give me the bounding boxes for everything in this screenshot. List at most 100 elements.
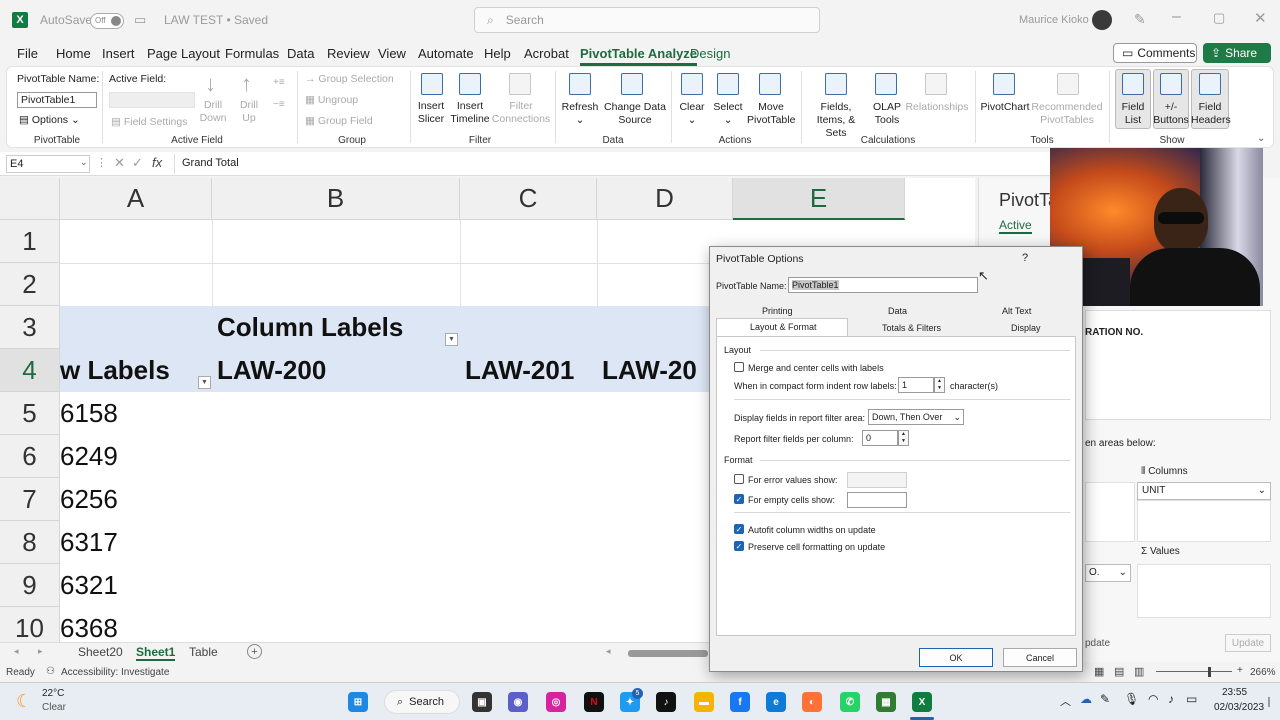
tab-automate[interactable]: Automate <box>418 46 474 61</box>
row-header[interactable]: 2 <box>0 263 60 306</box>
columns-area[interactable] <box>1137 500 1271 542</box>
pen-tray-icon[interactable]: ✎ <box>1100 692 1110 706</box>
file-explorer-icon[interactable]: ▬ <box>694 692 714 712</box>
field-list-button[interactable]: Field List <box>1115 101 1151 127</box>
instagram-icon[interactable]: ◎ <box>546 692 566 712</box>
relationships-button[interactable]: Relationships <box>905 101 969 114</box>
autosave-toggle[interactable]: Off <box>90 13 124 29</box>
row-header[interactable]: 9 <box>0 564 60 607</box>
battery-icon[interactable]: ▭ <box>1186 692 1197 706</box>
excel-taskbar-icon[interactable]: X <box>912 692 932 712</box>
row-value-cell[interactable]: 6256 <box>60 484 118 515</box>
start-icon[interactable]: ⊞ <box>348 692 368 712</box>
group-field-button[interactable]: ▦ Group Field <box>305 115 373 128</box>
microphone-icon[interactable]: 🎙 <box>1124 692 1139 706</box>
field-settings-button[interactable]: ▤ Field Settings <box>111 116 187 129</box>
row-value-cell[interactable]: 6317 <box>60 527 118 558</box>
olap-tools-button[interactable]: OLAP Tools <box>865 101 909 127</box>
tab-data[interactable]: Data <box>287 46 314 61</box>
change-data-source-button[interactable]: Change Data Source <box>603 101 667 127</box>
app-icon[interactable]: ▦ <box>876 692 896 712</box>
row-header[interactable]: 5 <box>0 392 60 435</box>
collapse-field-icon[interactable]: −≡ <box>273 99 285 110</box>
indent-input[interactable]: 1 <box>898 377 934 393</box>
zoom-level[interactable]: 266% <box>1250 667 1276 678</box>
page-break-view-icon[interactable]: ▥ <box>1134 665 1144 678</box>
drill-up-button[interactable]: Drill Up <box>235 99 263 125</box>
comments-button[interactable]: ▭ Comments <box>1113 43 1197 63</box>
merge-center-checkbox[interactable] <box>734 362 744 372</box>
column-header-a[interactable]: A <box>60 178 212 220</box>
sheet-tab-sheet20[interactable]: Sheet20 <box>78 645 123 659</box>
filter-connections-button[interactable]: Filter Connections <box>491 100 551 126</box>
row-header[interactable]: 6 <box>0 435 60 478</box>
task-view-icon[interactable]: ▣ <box>472 692 492 712</box>
tab-alt-text[interactable]: Alt Text <box>1002 306 1031 316</box>
tab-insert[interactable]: Insert <box>102 46 135 61</box>
row-labels-filter-button[interactable]: ▼ <box>198 376 211 389</box>
zoom-slider-thumb[interactable] <box>1208 667 1211 677</box>
taskbar-search[interactable]: ⌕ Search <box>384 690 460 714</box>
onedrive-icon[interactable]: ☁ <box>1080 692 1092 706</box>
move-pivottable-button[interactable]: Move PivotTable <box>747 101 795 127</box>
column-header-c[interactable]: C <box>460 178 597 220</box>
page-layout-view-icon[interactable]: ▤ <box>1114 665 1124 678</box>
sheet-tab-sheet1[interactable]: Sheet1 <box>136 645 176 661</box>
row-value-cell[interactable]: 6249 <box>60 441 118 472</box>
confirm-entry-icon[interactable]: ✓ <box>132 155 143 171</box>
volume-icon[interactable]: ♪ <box>1168 692 1174 706</box>
weather-condition[interactable]: Clear <box>42 702 66 713</box>
search-box[interactable]: ⌕ Search <box>474 7 820 33</box>
next-sheet-icon[interactable]: ▸ <box>38 646 43 657</box>
row-header[interactable]: 4 <box>0 349 60 392</box>
sheet-tab-table[interactable]: Table <box>189 645 218 659</box>
display-fields-select[interactable]: Down, Then Over ⌄ <box>868 409 964 425</box>
empty-cells-checkbox[interactable]: ✓ <box>734 494 744 504</box>
tab-design[interactable]: Design <box>690 46 730 61</box>
group-selection-button[interactable]: → Group Selection <box>305 73 394 86</box>
plus-minus-buttons-button[interactable]: +/- Buttons <box>1153 101 1189 127</box>
pivot-name-input[interactable]: PivotTable1 <box>17 92 97 108</box>
error-values-checkbox[interactable] <box>734 474 744 484</box>
row-header[interactable]: 7 <box>0 478 60 521</box>
select-all-corner[interactable] <box>0 178 60 220</box>
tab-help[interactable]: Help <box>484 46 511 61</box>
tab-page-layout[interactable]: Page Layout <box>147 46 220 61</box>
cancel-button[interactable]: Cancel <box>1003 648 1077 667</box>
save-icon[interactable]: ▭ <box>134 12 146 28</box>
whatsapp-icon[interactable]: ✆ <box>840 692 860 712</box>
filter-fields-spinner[interactable]: ▲ ▼ <box>898 430 909 446</box>
cancel-entry-icon[interactable]: ✕ <box>114 155 125 171</box>
firefox-icon[interactable]: ◐ <box>802 692 822 712</box>
expand-field-icon[interactable]: +≡ <box>273 77 285 88</box>
tab-totals-filters[interactable]: Totals & Filters <box>882 323 941 333</box>
tab-data[interactable]: Data <box>888 306 907 316</box>
law-200-cell[interactable]: LAW-200 <box>217 355 326 386</box>
show-desktop-button[interactable] <box>1268 697 1270 707</box>
normal-view-icon[interactable]: ▦ <box>1094 665 1104 678</box>
clock-time[interactable]: 23:55 <box>1222 687 1247 698</box>
insert-slicer-button[interactable]: Insert Slicer <box>411 100 451 126</box>
close-icon[interactable]: ✕ <box>1254 9 1267 27</box>
netflix-icon[interactable]: N <box>584 692 604 712</box>
insert-timeline-button[interactable]: Insert Timeline <box>447 100 493 126</box>
drill-down-button[interactable]: Drill Down <box>197 99 229 125</box>
tab-layout-format[interactable]: Layout & Format <box>750 322 817 332</box>
ungroup-button[interactable]: ▦ Ungroup <box>305 94 358 107</box>
tab-acrobat[interactable]: Acrobat <box>524 46 569 61</box>
refresh-button[interactable]: Refresh ⌄ <box>561 101 599 127</box>
name-box-dropdown-icon[interactable]: ⌄ <box>80 157 88 168</box>
row-header[interactable]: 1 <box>0 220 60 263</box>
field-item-registration[interactable]: RATION NO. <box>1085 327 1143 338</box>
weather-temp[interactable]: 22°C <box>42 688 64 699</box>
tab-printing[interactable]: Printing <box>762 306 793 316</box>
columns-field-unit[interactable]: UNIT ⌄ <box>1137 482 1271 500</box>
row-labels-cell[interactable]: w Labels <box>60 355 210 386</box>
row-value-cell[interactable]: 6158 <box>60 398 118 429</box>
preserve-formatting-checkbox[interactable]: ✓ <box>734 541 744 551</box>
pivottable-name-input[interactable]: PivotTable1 <box>788 277 978 293</box>
document-title[interactable]: LAW TEST • Saved <box>164 13 268 27</box>
name-box[interactable]: E4 <box>6 155 90 173</box>
column-header-e[interactable]: E <box>733 178 905 220</box>
zoom-in-icon[interactable]: + <box>1237 665 1243 676</box>
